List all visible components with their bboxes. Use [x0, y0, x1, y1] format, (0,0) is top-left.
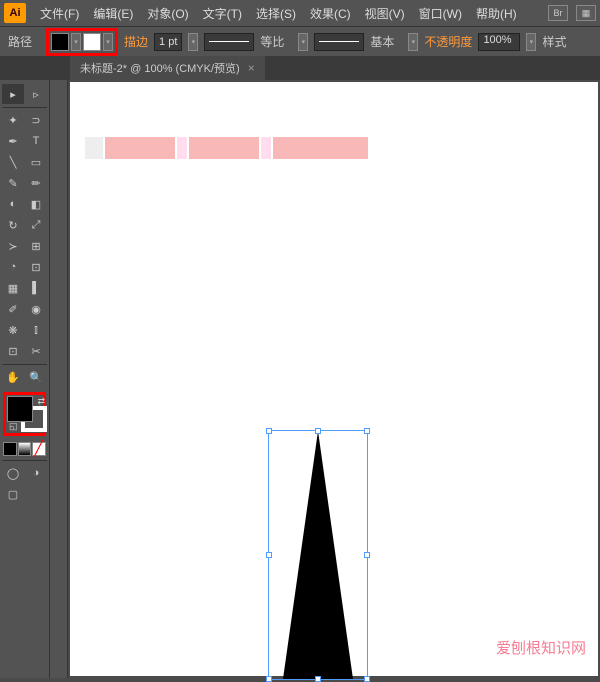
document-tab-bar: 未标题-2* @ 100% (CMYK/预览) × [0, 56, 600, 80]
hand-tool[interactable]: ✋ [2, 367, 24, 387]
line-tool[interactable]: ╲ [2, 152, 24, 172]
perspective-grid-tool[interactable]: ⊡ [25, 257, 47, 277]
menu-object[interactable]: 对象(O) [141, 2, 194, 25]
basic-label: 基本 [370, 33, 394, 50]
swap-fill-stroke-icon[interactable]: ⇄ [37, 396, 45, 407]
draw-mode-normal[interactable]: ◯ [2, 463, 24, 483]
app-icon: Ai [4, 3, 26, 23]
selection-bounding-box[interactable] [268, 430, 368, 680]
color-mode-row: ╱ [3, 442, 46, 456]
menu-effect[interactable]: 效果(C) [304, 2, 357, 25]
paintbrush-tool[interactable]: ✎ [2, 173, 24, 193]
brush-dropdown-icon[interactable]: ▾ [408, 33, 418, 51]
stroke-swatch[interactable] [83, 33, 101, 51]
proportion-dropdown-icon[interactable]: ▾ [298, 33, 308, 51]
zoom-tool[interactable]: 🔍 [25, 367, 47, 387]
fill-swatch[interactable] [51, 33, 69, 51]
menu-edit[interactable]: 编辑(E) [87, 2, 139, 25]
blend-tool[interactable]: ◉ [25, 299, 47, 319]
control-bar: 路径 ▾ ▾ 描边 1 pt ▾ 等比 ▾ 基本 ▾ 不透明度 100% ▾ 样… [0, 26, 600, 56]
artboard-tool[interactable]: ⊡ [2, 341, 24, 361]
selection-handle-br[interactable] [364, 676, 370, 682]
selection-tool[interactable]: ▸ [2, 84, 24, 104]
shape-builder-tool[interactable]: ◔ [2, 257, 24, 277]
opacity-label[interactable]: 不透明度 [424, 33, 472, 50]
collapsed-panel[interactable] [50, 80, 68, 678]
stroke-weight-dropdown-icon[interactable]: ▾ [188, 33, 198, 51]
style-label: 样式 [542, 33, 566, 50]
fill-stroke-indicator[interactable]: ⇄ ◱ [7, 396, 47, 432]
scale-tool[interactable]: ⤢ [25, 215, 47, 235]
blob-brush-tool[interactable]: ◐ [2, 194, 24, 214]
triangle-shape[interactable] [283, 431, 353, 679]
stroke-profile-preview[interactable] [204, 33, 254, 51]
free-transform-tool[interactable]: ⊞ [25, 236, 47, 256]
document-tab[interactable]: 未标题-2* @ 100% (CMYK/预览) × [70, 56, 265, 80]
selection-handle-bl[interactable] [266, 676, 272, 682]
menu-window[interactable]: 窗口(W) [413, 2, 468, 25]
magic-wand-tool[interactable]: ✦ [2, 110, 24, 130]
fill-stroke-swatches-highlighted: ▾ ▾ [46, 28, 118, 56]
color-mode-solid[interactable] [3, 442, 17, 456]
opacity-dropdown-icon[interactable]: ▾ [526, 33, 536, 51]
proportion-label: 等比 [260, 33, 284, 50]
color-mode-none[interactable]: ╱ [32, 442, 46, 456]
selection-handle-tm[interactable] [315, 428, 321, 434]
fill-stroke-box-highlighted: ⇄ ◱ [3, 392, 46, 436]
stroke-weight-input[interactable]: 1 pt [154, 33, 182, 51]
toolbox: ▸ ▹ ✦ ⊃ ✒ T ╲ ▭ ✎ ✏ ◐ ◧ ↻ ⤢ ≻ ⊞ [0, 80, 50, 678]
menu-view[interactable]: 视图(V) [359, 2, 411, 25]
menu-select[interactable]: 选择(S) [250, 2, 302, 25]
watermark-text: 爱刨根知识网 [496, 637, 586, 658]
gradient-tool[interactable]: ▌ [25, 278, 47, 298]
type-tool[interactable]: T [25, 131, 47, 151]
selection-handle-tr[interactable] [364, 428, 370, 434]
redacted-content [85, 137, 370, 159]
selection-handle-tl[interactable] [266, 428, 272, 434]
arrange-icon[interactable]: ▦ [576, 5, 596, 21]
menu-type[interactable]: 文字(T) [197, 2, 248, 25]
path-label: 路径 [8, 33, 32, 50]
symbol-sprayer-tool[interactable]: ❋ [2, 320, 24, 340]
fill-dropdown-icon[interactable]: ▾ [71, 33, 81, 51]
close-icon[interactable]: × [248, 61, 255, 75]
pen-tool[interactable]: ✒ [2, 131, 24, 151]
stroke-dropdown-icon[interactable]: ▾ [103, 33, 113, 51]
document-tab-title: 未标题-2* @ 100% (CMYK/预览) [80, 60, 240, 76]
fill-color[interactable] [7, 396, 33, 422]
artboard[interactable]: 爱刨根知识网 [70, 82, 598, 676]
screen-mode[interactable]: ▢ [2, 484, 24, 504]
menu-help[interactable]: 帮助(H) [470, 2, 523, 25]
direct-selection-tool[interactable]: ▹ [25, 84, 47, 104]
draw-mode-behind[interactable]: ◑ [25, 463, 47, 483]
color-mode-gradient[interactable] [18, 442, 32, 456]
selection-handle-ml[interactable] [266, 552, 272, 558]
stroke-label[interactable]: 描边 [124, 33, 148, 50]
selection-handle-mr[interactable] [364, 552, 370, 558]
menu-file[interactable]: 文件(F) [34, 2, 85, 25]
canvas-area: 爱刨根知识网 [68, 80, 600, 678]
bridge-icon[interactable]: Br [548, 5, 568, 21]
selection-handle-bm[interactable] [315, 676, 321, 682]
menubar: Ai 文件(F) 编辑(E) 对象(O) 文字(T) 选择(S) 效果(C) 视… [0, 0, 600, 26]
eyedropper-tool[interactable]: ✐ [2, 299, 24, 319]
rotate-tool[interactable]: ↻ [2, 215, 24, 235]
eraser-tool[interactable]: ◧ [25, 194, 47, 214]
column-graph-tool[interactable]: ⫾ [25, 320, 47, 340]
opacity-input[interactable]: 100% [478, 33, 520, 51]
slice-tool[interactable]: ✂ [25, 341, 47, 361]
brush-preview[interactable] [314, 33, 364, 51]
rectangle-tool[interactable]: ▭ [25, 152, 47, 172]
pencil-tool[interactable]: ✏ [25, 173, 47, 193]
default-fill-stroke-icon[interactable]: ◱ [9, 421, 18, 432]
lasso-tool[interactable]: ⊃ [25, 110, 47, 130]
width-tool[interactable]: ≻ [2, 236, 24, 256]
mesh-tool[interactable]: ▦ [2, 278, 24, 298]
